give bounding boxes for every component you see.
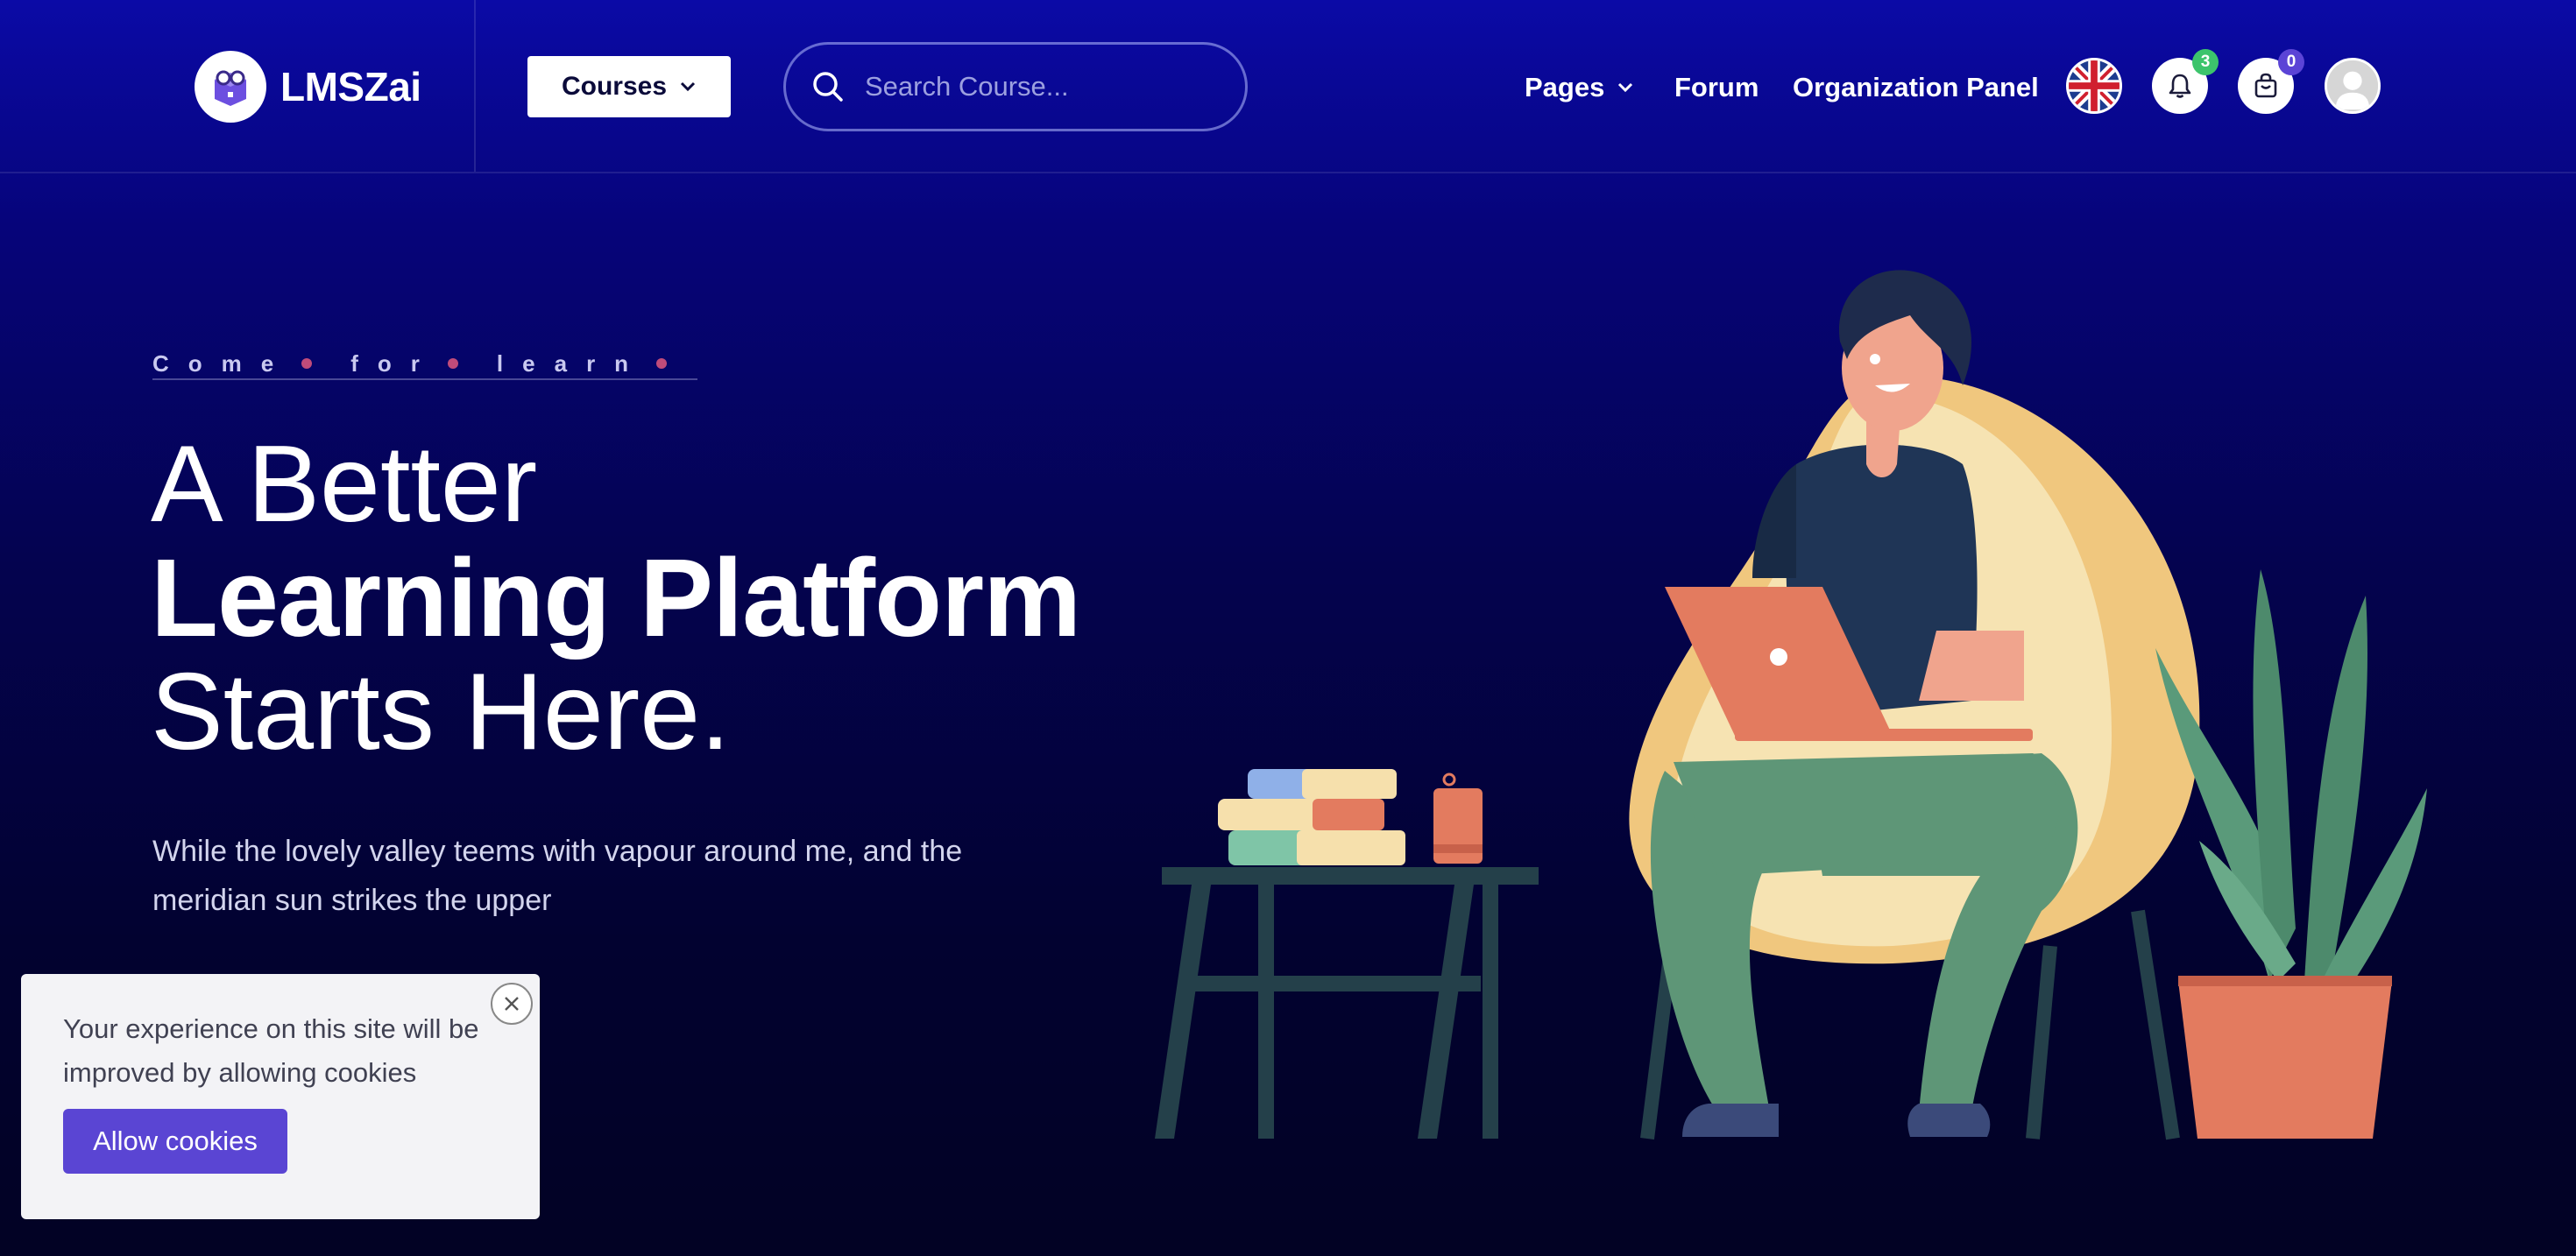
hero-title-line1: A Better <box>151 424 538 545</box>
allow-cookies-button[interactable]: Allow cookies <box>63 1109 287 1174</box>
tagline-word: Come <box>152 349 294 377</box>
tagline-dot <box>447 358 458 369</box>
brand-name: LMSZai <box>280 64 421 109</box>
tagline-word: for <box>350 349 439 377</box>
notification-count-badge: 3 <box>2192 49 2219 75</box>
cookie-message: Your experience on this site will be imp… <box>63 1013 479 1088</box>
potted-plant-illustration <box>2155 569 2427 1139</box>
hero-subtitle: While the lovely valley teems with vapou… <box>152 835 963 917</box>
notifications-button[interactable]: 3 <box>2152 49 2219 114</box>
tagline-underline <box>152 378 697 380</box>
user-avatar[interactable] <box>2325 58 2381 114</box>
chevron-down-icon <box>680 81 696 92</box>
nav-forum[interactable]: Forum <box>1674 65 1759 110</box>
logo-icon <box>195 51 266 123</box>
search-input[interactable] <box>865 71 1215 102</box>
site-header: LMSZai Courses Pages Forum Organization … <box>0 0 2576 173</box>
hero-title-line3: Starts Here. <box>151 652 731 773</box>
search-icon <box>813 72 843 102</box>
cart-icon <box>2254 73 2277 98</box>
search-box[interactable] <box>783 42 1248 131</box>
header-divider <box>474 0 476 172</box>
close-icon <box>505 997 519 1011</box>
courses-label: Courses <box>561 72 668 101</box>
brand-logo[interactable]: LMSZai <box>195 49 421 124</box>
nav-pages-label: Pages <box>1525 72 1605 102</box>
chevron-down-icon <box>1618 82 1633 93</box>
bell-icon <box>2169 74 2191 98</box>
side-table-illustration <box>1155 769 1539 1139</box>
user-avatar-icon <box>2327 60 2378 111</box>
hero-title: A Better Learning Platform Starts Here. <box>151 427 1158 769</box>
courses-dropdown-button[interactable]: Courses <box>527 56 731 117</box>
cookie-close-button[interactable] <box>491 983 533 1025</box>
hero-illustration <box>1155 270 2427 1140</box>
nav-organization-panel[interactable]: Organization Panel <box>1793 65 2039 110</box>
hero-title-line2: Learning Platform <box>151 536 1081 660</box>
uk-flag-icon <box>2069 60 2120 111</box>
hero-tagline: Come for learn <box>152 347 705 380</box>
cart-button[interactable]: 0 <box>2238 49 2304 114</box>
cart-count-badge: 0 <box>2278 49 2304 75</box>
tagline-word: learn <box>496 349 648 377</box>
cookie-banner: Your experience on this site will be imp… <box>21 974 540 1219</box>
tagline-dot <box>301 358 313 369</box>
nav-pages[interactable]: Pages <box>1525 65 1634 110</box>
tagline-dot <box>656 358 668 369</box>
language-selector[interactable] <box>2066 58 2122 114</box>
